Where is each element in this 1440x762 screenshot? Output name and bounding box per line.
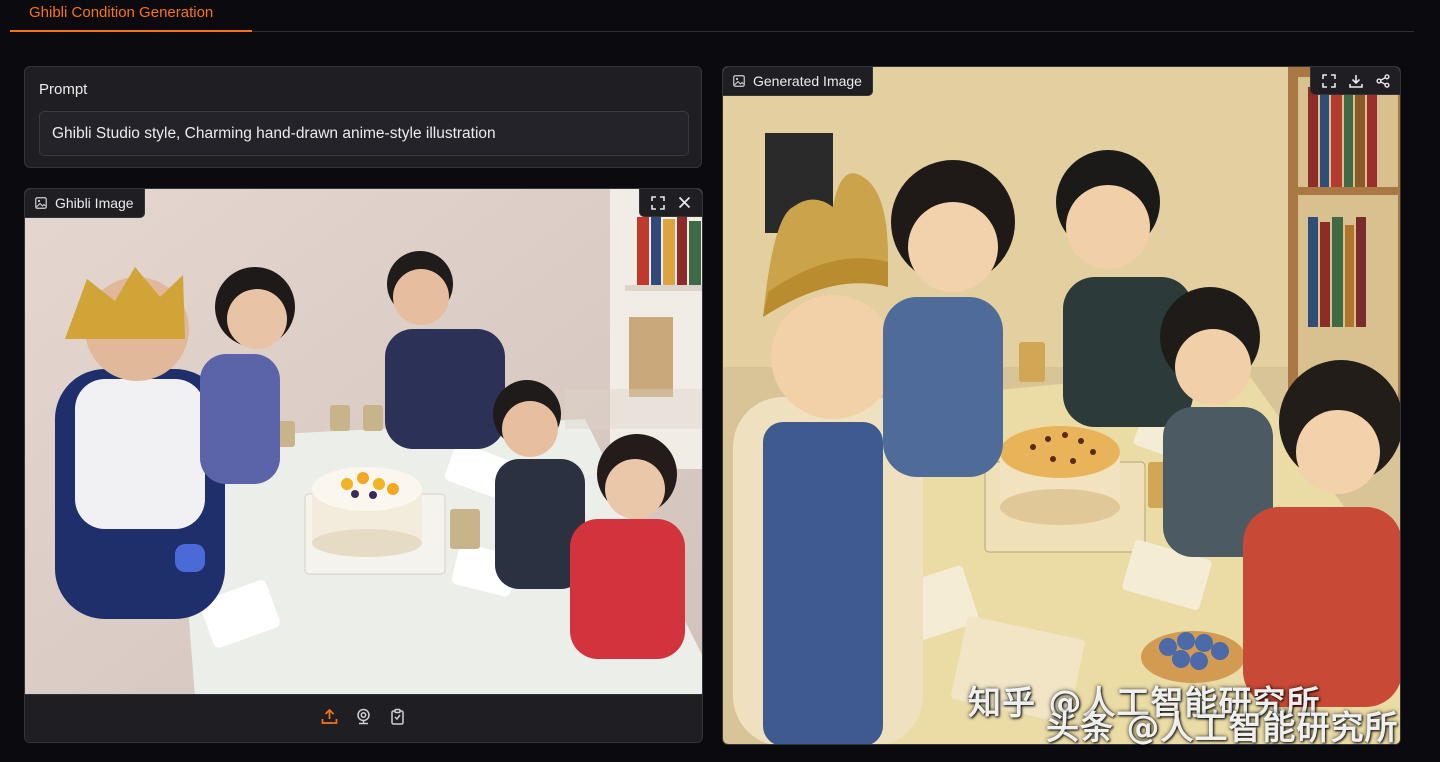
close-icon	[678, 196, 691, 209]
webcam-icon	[355, 708, 372, 730]
paste-clipboard-button[interactable]	[387, 708, 409, 730]
download-icon	[1348, 74, 1363, 88]
generated-image-panel: Generated Image	[722, 66, 1401, 745]
ghibli-image-input-panel: Ghibli Image	[24, 188, 703, 743]
image-icon	[733, 75, 745, 87]
tab-ghibli-condition-generation[interactable]: Ghibli Condition Generation	[10, 0, 252, 32]
clear-image-button[interactable]	[671, 189, 698, 216]
prompt-input[interactable]	[39, 111, 689, 156]
generated-illustration[interactable]	[723, 67, 1400, 744]
download-button[interactable]	[1342, 67, 1369, 94]
tab-label: Ghibli Condition Generation	[29, 4, 214, 21]
fullscreen-icon	[1321, 73, 1336, 88]
fullscreen-button[interactable]	[1315, 67, 1342, 94]
input-image-toolbar	[639, 189, 702, 217]
image-label: Generated Image	[753, 73, 862, 89]
prompt-label: Prompt	[39, 81, 88, 98]
input-photo-picture	[25, 189, 702, 697]
share-icon	[1375, 73, 1390, 88]
generated-illustration-picture	[723, 67, 1400, 744]
webcam-button[interactable]	[353, 708, 375, 730]
input-photo[interactable]	[25, 189, 702, 697]
image-label-badge: Ghibli Image	[25, 189, 145, 218]
app-window: Ghibli Condition Generation Prompt Ghibl…	[0, 0, 1440, 762]
share-button[interactable]	[1369, 67, 1396, 94]
image-label-badge: Generated Image	[723, 67, 873, 96]
prompt-block: Prompt	[24, 66, 702, 168]
image-source-bar	[25, 694, 702, 742]
clipboard-icon	[389, 708, 406, 730]
upload-icon	[321, 708, 338, 730]
fullscreen-icon	[650, 195, 665, 210]
upload-button[interactable]	[319, 708, 341, 730]
image-label: Ghibli Image	[55, 195, 134, 211]
fullscreen-button[interactable]	[644, 189, 671, 216]
image-icon	[35, 197, 47, 209]
tab-bar: Ghibli Condition Generation	[10, 0, 1414, 32]
output-image-toolbar	[1310, 67, 1400, 95]
watermark-toutiao: 头条 @人工智能研究所	[1046, 708, 1399, 747]
